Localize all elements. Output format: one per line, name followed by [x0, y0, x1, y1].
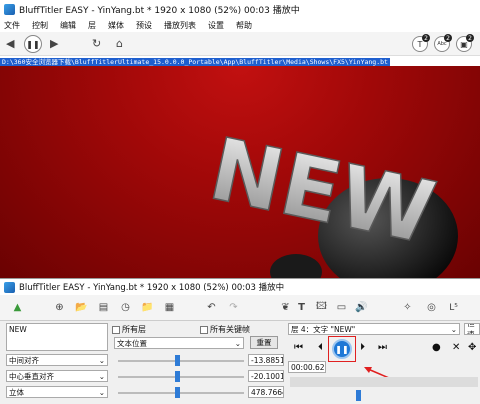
menu-playlist[interactable]: 播放列表: [164, 20, 196, 31]
value-z-field[interactable]: 478.76641: [248, 386, 284, 398]
logo-icon: ▲: [13, 302, 22, 313]
render-viewport[interactable]: NEW: [0, 66, 480, 278]
menu-settings[interactable]: 设置: [208, 20, 224, 31]
image-tool-button[interactable]: ▣ 2: [456, 34, 474, 52]
step-forward-icon[interactable]: ⏵: [360, 342, 365, 353]
clock-icon[interactable]: ◷: [118, 300, 133, 315]
effects-icon[interactable]: ❦: [278, 300, 293, 315]
timeline-track[interactable]: [290, 377, 478, 387]
refresh-icon[interactable]: ↻: [92, 37, 101, 50]
scene-text-new: NEW: [201, 119, 442, 264]
scene-graphic: NEW: [201, 119, 458, 278]
layer-select[interactable]: 层 4：文字 "NEW" ⌄: [288, 323, 460, 335]
window-title: BluffTitler EASY - YinYang.bt * 1920 x 1…: [19, 5, 300, 16]
move-icon[interactable]: ✥: [468, 342, 476, 353]
property-select[interactable]: 文本位置 ⌄: [114, 337, 244, 349]
lower-window: BluffTitler EASY - YinYang.bt * 1920 x 1…: [0, 278, 480, 404]
main-toolbar: ◀ ❚❚ ▶ ↻ ⌂ T2 Abc 2 ▣ 2: [0, 32, 480, 56]
style-select[interactable]: 立体 ⌄: [6, 386, 108, 398]
open-folder-icon[interactable]: 📂: [74, 300, 89, 315]
menu-help[interactable]: 帮助: [236, 20, 252, 31]
step-back-icon[interactable]: ⏴: [318, 342, 323, 353]
record-icon[interactable]: ●: [432, 342, 441, 353]
skip-end-icon[interactable]: ⏭: [378, 342, 387, 353]
slider-x-thumb[interactable]: [175, 355, 180, 366]
menu-bar: 文件 控制 编辑 层 媒体 预设 播放列表 设置 帮助: [0, 18, 480, 32]
camera-icon[interactable]: ◎: [424, 300, 439, 315]
title-bar: BluffTitler EASY - YinYang.bt * 1920 x 1…: [0, 0, 480, 18]
home-icon[interactable]: ⌂: [116, 37, 123, 50]
abc-tool-button[interactable]: Abc 2: [434, 34, 452, 52]
app-icon: [4, 3, 15, 15]
undo-icon[interactable]: ↶: [204, 300, 219, 315]
forward-arrow-icon[interactable]: ▶: [50, 37, 58, 50]
slider-z-track[interactable]: [118, 392, 244, 394]
chevron-down-icon: ⌄: [98, 387, 105, 397]
slider-x-track[interactable]: [118, 360, 244, 362]
back-arrow-icon[interactable]: ◀: [6, 37, 14, 50]
lx-icon[interactable]: L⁵: [446, 300, 461, 315]
redo-icon[interactable]: ↷: [226, 300, 241, 315]
chevron-down-icon: ⌄: [98, 355, 105, 365]
chevron-down-icon: ⌄: [450, 324, 457, 334]
lower-toolbar: ▲ ⊕ 📂 ▤ ◷ 📁 ▦ ↶ ↷ ❦ T 🖾 ▭ 🔊 ✧ ◎ L⁵: [0, 295, 480, 321]
pause-button[interactable]: ❚❚: [24, 35, 42, 53]
play-pause-button[interactable]: ❚❚: [332, 339, 352, 359]
menu-presets[interactable]: 预设: [136, 20, 152, 31]
timeline-thumb[interactable]: [356, 390, 361, 401]
menu-file[interactable]: 文件: [4, 20, 20, 31]
mode-select[interactable]: 恒速: [464, 323, 480, 335]
menu-control[interactable]: 控制: [32, 20, 48, 31]
add-layer-icon[interactable]: ⊕: [52, 300, 67, 315]
slider-y-thumb[interactable]: [175, 371, 180, 382]
film-icon[interactable]: ▦: [162, 300, 177, 315]
lower-title-bar: BluffTitler EASY - YinYang.bt * 1920 x 1…: [0, 279, 480, 295]
menu-edit[interactable]: 编辑: [60, 20, 76, 31]
all-layers-checkbox[interactable]: 所有层: [112, 324, 146, 335]
open-media-icon[interactable]: 📁: [140, 300, 155, 315]
file-path: D:\360安全浏览器下载\BluffTitlerUltimate_15.0.0…: [0, 58, 390, 66]
all-layers-check[interactable]: [112, 325, 120, 334]
skip-start-icon[interactable]: ⏮: [294, 342, 303, 353]
menu-media[interactable]: 媒体: [108, 20, 124, 31]
slider-z-thumb[interactable]: [175, 387, 180, 398]
light-icon[interactable]: ✧: [400, 300, 415, 315]
delete-icon[interactable]: ✕: [452, 342, 460, 353]
time-field[interactable]: 00:00.625: [288, 361, 326, 373]
chevron-down-icon: ⌄: [234, 338, 241, 348]
value-x-field[interactable]: -13.885181: [248, 354, 284, 366]
menu-layer[interactable]: 层: [88, 20, 96, 31]
slider-y-track[interactable]: [118, 376, 244, 378]
sphere-small: [270, 254, 322, 278]
text-icon[interactable]: T: [294, 300, 309, 315]
picture-icon[interactable]: 🖾: [314, 300, 329, 315]
lower-window-title: BluffTitler EASY - YinYang.bt * 1920 x 1…: [19, 283, 285, 293]
chevron-down-icon: ⌄: [98, 371, 105, 381]
video-icon[interactable]: ▭: [334, 300, 349, 315]
text-tool-button[interactable]: T2: [412, 34, 430, 52]
pause-highlight-box: ❚❚: [328, 336, 356, 362]
all-keyframes-checkbox[interactable]: 所有关键帧: [200, 324, 250, 335]
text-input[interactable]: NEW: [6, 323, 108, 351]
align-v-select[interactable]: 中心垂直对齐 ⌄: [6, 370, 108, 382]
file-path-bar: D:\360安全浏览器下载\BluffTitlerUltimate_15.0.0…: [0, 56, 480, 66]
reset-button[interactable]: 重置: [250, 336, 278, 349]
sound-icon[interactable]: 🔊: [354, 300, 369, 315]
value-y-field[interactable]: -20.100191: [248, 370, 284, 382]
lower-app-icon: [4, 281, 15, 293]
all-keyframes-check[interactable]: [200, 325, 208, 334]
save-icon[interactable]: ▤: [96, 300, 111, 315]
align-h-select[interactable]: 中间对齐 ⌄: [6, 354, 108, 366]
